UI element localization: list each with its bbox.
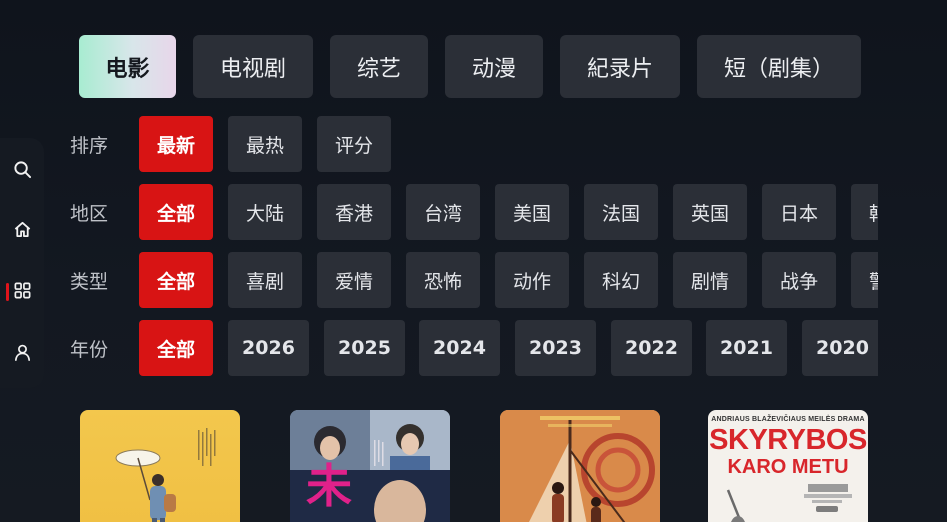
poster-tagline: ANDRIAUS BLAŽEVIČIAUS MEILĖS DRAMA	[711, 416, 865, 423]
region-option-korea[interactable]: 韩国	[851, 184, 878, 240]
year-option-2023[interactable]: 2023	[515, 320, 596, 376]
poster-artwork	[500, 410, 660, 522]
region-option-all[interactable]: 全部	[139, 184, 213, 240]
movie-poster[interactable]: 未	[290, 410, 450, 522]
filter-row-year: 年份 全部 2026 2025 2024 2023 2022 2021 2020	[66, 320, 878, 376]
sort-option-hottest[interactable]: 最热	[228, 116, 302, 172]
filter-label-genre: 类型	[70, 270, 109, 293]
tab-documentary[interactable]: 紀录片	[560, 35, 680, 98]
region-option-taiwan[interactable]: 台湾	[406, 184, 480, 240]
sort-option-latest[interactable]: 最新	[139, 116, 213, 172]
region-option-mainland[interactable]: 大陆	[228, 184, 302, 240]
movie-poster[interactable]	[500, 410, 660, 522]
user-icon	[13, 343, 32, 366]
filter-panel: 排序 最新 最热 评分 地区 全部 大陆 香港 台湾 美国 法国 英国 日本 韩…	[66, 116, 878, 376]
filter-row-genre: 类型 全部 喜剧 爱情 恐怖 动作 科幻 剧情 战争 警匪	[66, 252, 878, 308]
region-option-france[interactable]: 法国	[584, 184, 658, 240]
tab-anime[interactable]: 动漫	[445, 35, 543, 98]
genre-option-drama[interactable]: 剧情	[673, 252, 747, 308]
poster-title: SKYRYBOS	[709, 424, 867, 456]
home-icon	[13, 220, 32, 243]
filter-row-region: 地区 全部 大陆 香港 台湾 美国 法国 英国 日本 韩国	[66, 184, 878, 240]
poster-artwork	[726, 484, 852, 522]
filter-row-sort: 排序 最新 最热 评分	[66, 116, 878, 172]
poster-subtitle: KARO METU	[727, 456, 849, 478]
sidebar-item-search[interactable]	[0, 151, 44, 191]
genre-option-action[interactable]: 动作	[495, 252, 569, 308]
year-option-2025[interactable]: 2025	[324, 320, 405, 376]
tab-short-drama[interactable]: 短（剧集）	[697, 35, 861, 98]
sidebar-item-home[interactable]	[0, 211, 44, 251]
genre-option-scifi[interactable]: 科幻	[584, 252, 658, 308]
tab-movie[interactable]: 电影	[79, 35, 176, 98]
genre-option-horror[interactable]: 恐怖	[406, 252, 480, 308]
filter-label-year: 年份	[70, 338, 109, 361]
region-option-hongkong[interactable]: 香港	[317, 184, 391, 240]
tab-variety[interactable]: 综艺	[330, 35, 428, 98]
year-option-2026[interactable]: 2026	[228, 320, 309, 376]
filter-label-sort: 排序	[70, 134, 109, 157]
genre-option-crime[interactable]: 警匪	[851, 252, 878, 308]
genre-option-comedy[interactable]: 喜剧	[228, 252, 302, 308]
year-option-2021[interactable]: 2021	[706, 320, 787, 376]
region-option-uk[interactable]: 英国	[673, 184, 747, 240]
grid-icon	[13, 281, 32, 304]
sidebar-item-profile[interactable]	[0, 334, 44, 374]
genre-option-all[interactable]: 全部	[139, 252, 213, 308]
year-option-2022[interactable]: 2022	[611, 320, 692, 376]
genre-option-war[interactable]: 战争	[762, 252, 836, 308]
tab-tv-series[interactable]: 电视剧	[193, 35, 313, 98]
poster-artwork	[115, 428, 216, 522]
movie-poster[interactable]	[80, 410, 240, 522]
year-option-all[interactable]: 全部	[139, 320, 213, 376]
movie-poster[interactable]: ANDRIAUS BLAŽEVIČIAUS MEILĖS DRAMA SKYRY…	[708, 410, 868, 522]
poster-title: 未	[306, 459, 352, 513]
search-icon	[13, 160, 32, 183]
year-option-2024[interactable]: 2024	[419, 320, 500, 376]
sidebar-item-category[interactable]	[0, 272, 44, 312]
genre-option-romance[interactable]: 爱情	[317, 252, 391, 308]
year-option-2020[interactable]: 2020	[802, 320, 878, 376]
region-option-usa[interactable]: 美国	[495, 184, 569, 240]
region-option-japan[interactable]: 日本	[762, 184, 836, 240]
filter-label-region: 地区	[70, 202, 109, 225]
sort-option-rating[interactable]: 评分	[317, 116, 391, 172]
